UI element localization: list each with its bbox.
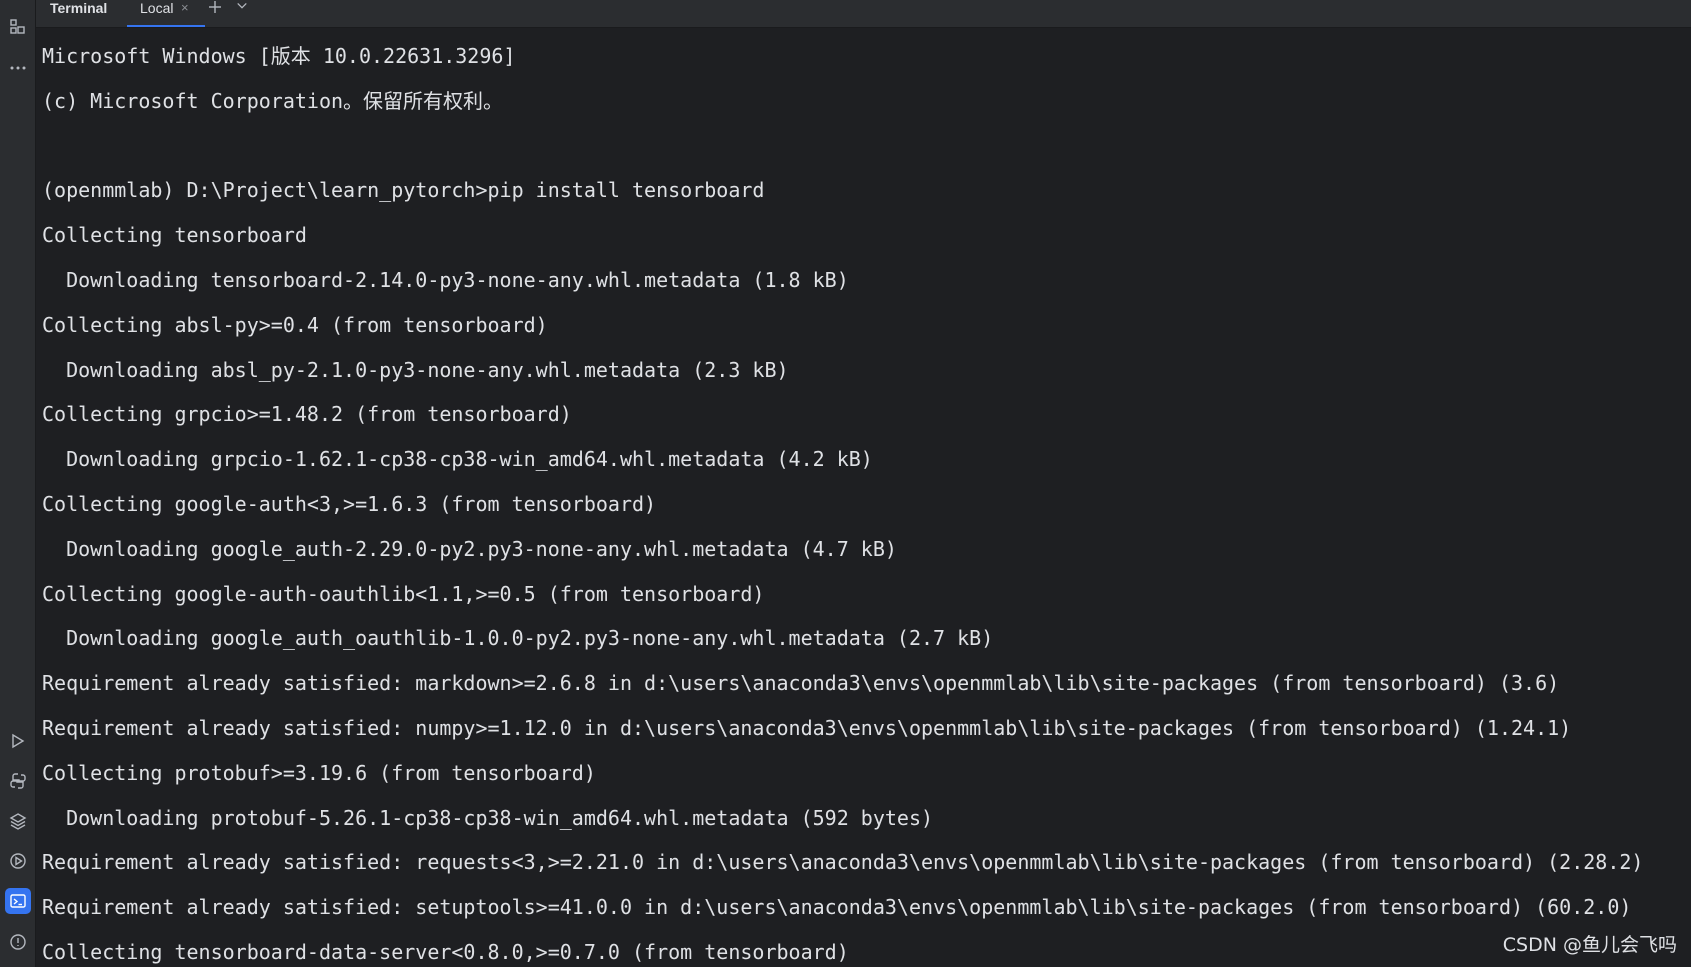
terminal-icon[interactable]	[5, 888, 31, 914]
terminal-line: Downloading google_auth-2.29.0-py2.py3-n…	[42, 536, 897, 561]
terminal-line: (c) Microsoft Corporation。保留所有权利。	[42, 88, 504, 113]
terminal-line: Requirement already satisfied: setuptool…	[42, 895, 1632, 920]
terminal-line: Requirement already satisfied: markdown>…	[42, 671, 1560, 696]
terminal-line: Microsoft Windows [版本 10.0.22631.3296]	[42, 44, 516, 68]
terminal-line: Downloading google_auth_oauthlib-1.0.0-p…	[42, 626, 994, 651]
terminal-line: (openmmlab) D:\Project\learn_pytorch>pip…	[42, 178, 765, 203]
terminal-line: Collecting protobuf>=3.19.6 (from tensor…	[42, 760, 596, 785]
terminal-line: Downloading protobuf-5.26.1-cp38-cp38-wi…	[42, 805, 934, 830]
terminal-line: Requirement already satisfied: requests<…	[42, 850, 1644, 875]
chevron-down-icon[interactable]	[233, 0, 251, 16]
tab-label: Local	[140, 0, 174, 16]
terminal-line: Collecting grpcio>=1.48.2 (from tensorbo…	[42, 402, 572, 427]
terminal-line: Collecting google-auth-oauthlib<1.1,>=0.…	[42, 581, 765, 606]
terminal-line: Collecting absl-py>=0.4 (from tensorboar…	[42, 312, 548, 337]
more-icon[interactable]	[5, 55, 31, 81]
terminal-line: Collecting google-auth<3,>=1.6.3 (from t…	[42, 491, 657, 516]
layers-icon[interactable]	[5, 808, 31, 834]
terminal-toolbar: Terminal Local ×	[36, 0, 1691, 28]
terminal-line: Collecting tensorboard-data-server<0.8.0…	[42, 939, 849, 964]
terminal-line: Collecting tensorboard	[42, 223, 307, 248]
python-console-icon[interactable]	[5, 768, 31, 794]
watermark: CSDN @鱼儿会飞吗	[1502, 934, 1677, 956]
services-icon[interactable]	[5, 848, 31, 874]
tab-local[interactable]: Local ×	[127, 0, 205, 27]
terminal-output[interactable]: Microsoft Windows [版本 10.0.22631.3296] (c…	[42, 34, 1682, 967]
terminal-line: Downloading grpcio-1.62.1-cp38-cp38-win_…	[42, 447, 873, 472]
terminal-line: Downloading tensorboard-2.14.0-py3-none-…	[42, 267, 849, 292]
tool-sidebar	[0, 0, 36, 967]
terminal-line: Downloading absl_py-2.1.0-py3-none-any.w…	[42, 357, 789, 382]
run-icon[interactable]	[5, 728, 31, 754]
structure-icon[interactable]	[5, 14, 31, 40]
toolwindow-title: Terminal	[50, 0, 108, 16]
problems-icon[interactable]	[5, 929, 31, 955]
close-icon[interactable]: ×	[181, 0, 189, 16]
plus-icon[interactable]	[206, 0, 224, 16]
terminal-line: Requirement already satisfied: numpy>=1.…	[42, 715, 1572, 740]
